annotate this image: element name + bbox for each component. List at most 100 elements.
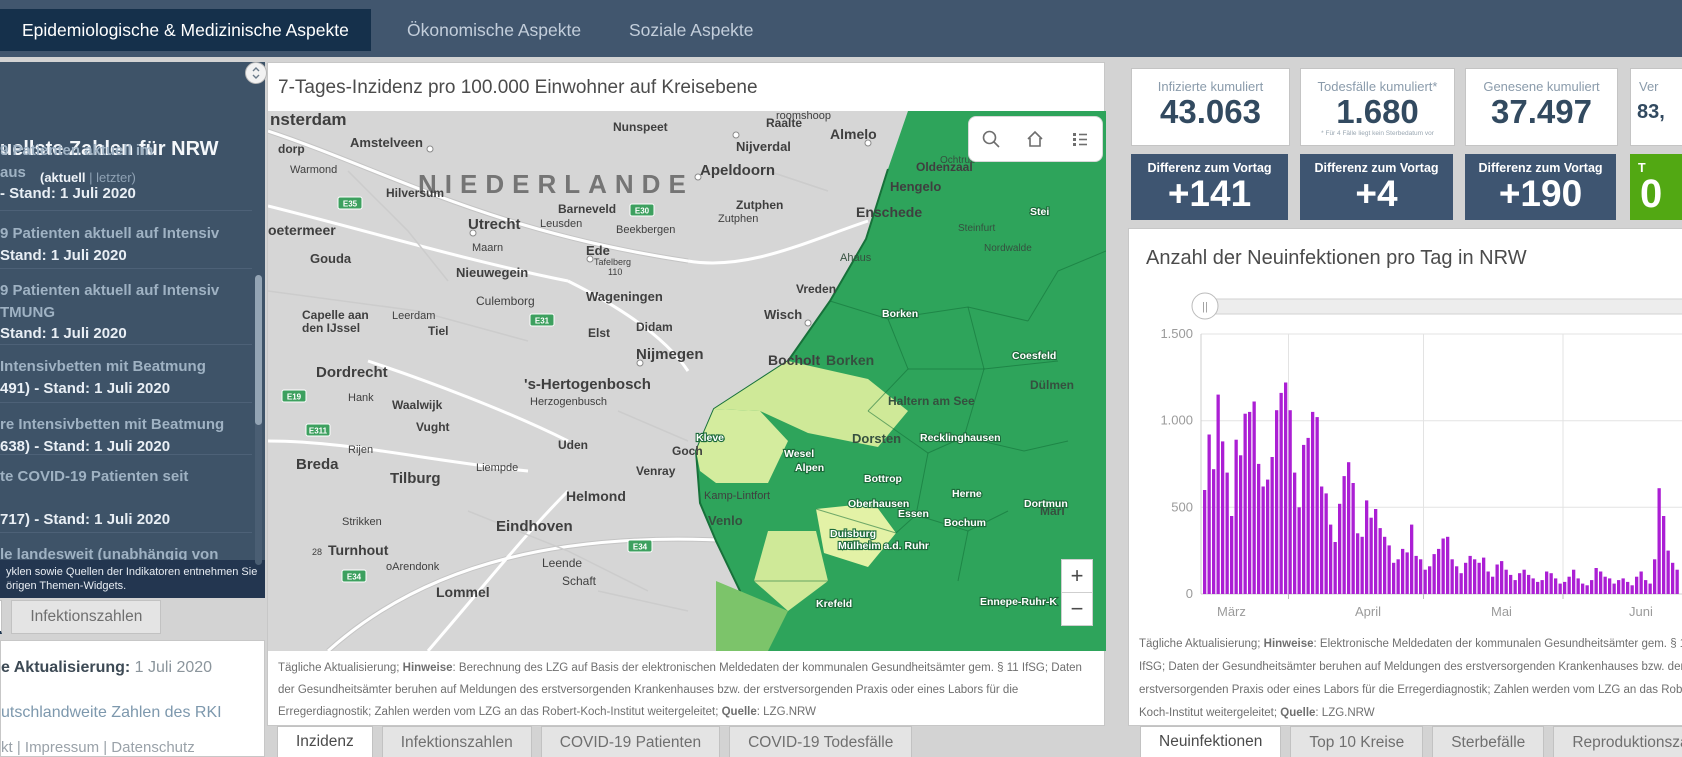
- map-label-vught: Vught: [416, 420, 450, 434]
- map-label-dorsten: Dorsten: [852, 431, 901, 446]
- map-label-28: 28: [312, 547, 322, 557]
- map-label-hank: Hank: [348, 392, 374, 404]
- map-zoom-in-button[interactable]: +: [1061, 559, 1093, 593]
- bar-day-61: [1473, 559, 1477, 594]
- chart-tab-top-10-kreise[interactable]: Top 10 Kreise: [1290, 726, 1424, 757]
- nav-tab-soziale-aspekte[interactable]: Soziale Aspekte: [607, 9, 776, 51]
- rki-link[interactable]: utschlandweite Zahlen des RKI: [1, 704, 222, 722]
- bar-day-78: [1549, 573, 1553, 594]
- bar-day-86: [1585, 585, 1589, 594]
- legend-icon[interactable]: [1067, 126, 1093, 152]
- map-label-leende: Leende: [542, 556, 582, 570]
- map-label-rijen: Rijen: [348, 444, 373, 456]
- chart-y-tick-label: 1.500: [1160, 326, 1193, 341]
- diff-card-value: +4: [1355, 173, 1398, 214]
- search-icon[interactable]: [978, 126, 1004, 152]
- sidebar-divider: [0, 402, 252, 403]
- bar-day-46: [1405, 552, 1409, 594]
- map-label-apeldoorn: Apeldoorn: [700, 162, 775, 179]
- bar-day-81: [1563, 581, 1567, 594]
- chart-tab-reproduktionszahl[interactable]: Reproduktionszahl: [1553, 726, 1682, 757]
- sidebar-scrollbar-thumb[interactable]: [255, 275, 262, 425]
- bar-day-74: [1531, 578, 1535, 594]
- bar-day-4: [1216, 394, 1220, 594]
- map-label-waalwijk: Waalwijk: [392, 398, 443, 412]
- map-label-utrecht: Utrecht: [468, 216, 521, 233]
- bar-day-87: [1590, 580, 1594, 594]
- bar-day-98: [1639, 571, 1643, 594]
- map-tab-covid-19-todesf-lle[interactable]: COVID-19 Todesfälle: [729, 726, 913, 757]
- map-zoom-out-button[interactable]: −: [1061, 592, 1093, 626]
- map-tab-covid-19-patienten[interactable]: COVID-19 Patienten: [540, 726, 721, 757]
- map-label-zutphen: Zutphen: [736, 198, 783, 212]
- map-label--s-hertogenbosch: 's-Hertogenbosch: [524, 376, 651, 393]
- map-toolbar: [968, 116, 1103, 162]
- sidebar-tab-infektionszahlen[interactable]: Infektionszahlen: [11, 600, 162, 634]
- bar-day-37: [1365, 500, 1369, 594]
- map-label-bocholt: Bocholt: [768, 352, 820, 368]
- sidebar-collapse-button[interactable]: [245, 62, 267, 84]
- bar-day-93: [1617, 580, 1621, 594]
- stat-card-infizierte-kumuliert: Infizierte kumuliert 43.063: [1131, 68, 1290, 146]
- top-navigation: Epidemiologische & Medizinische Aspekte Ö…: [0, 0, 1682, 57]
- nav-tab-epidemiologische-medizinische-aspekte[interactable]: Epidemiologische & Medizinische Aspekte: [0, 9, 371, 51]
- map-tab-inzidenz[interactable]: Inzidenz: [277, 726, 373, 757]
- chart-y-tick-label: 500: [1171, 499, 1193, 514]
- nav-tab--konomische-aspekte[interactable]: Ökonomische Aspekte: [385, 9, 603, 51]
- bar-day-28: [1324, 493, 1328, 594]
- map-label-haltern-am-see: Haltern am See: [888, 394, 975, 408]
- district-label-krefeld: Krefeld: [816, 598, 852, 610]
- map-title: 7-Tages-Inzidenz pro 100.000 Einwohner a…: [278, 77, 758, 98]
- stat-card-todesf-lle-kumuliert-: Todesfälle kumuliert* 1.680 * Für 4 Fälle …: [1300, 68, 1455, 146]
- map-label-leusden: Leusden: [540, 218, 582, 230]
- bar-day-51: [1428, 566, 1432, 594]
- map-label-ahaus: Ahaus: [840, 252, 872, 264]
- chart-tab-sterbef-lle[interactable]: Sterbefälle: [1432, 726, 1545, 757]
- sidebar-tab-row: tInfektionszahlen: [0, 600, 162, 634]
- home-icon[interactable]: [1022, 126, 1048, 152]
- diff-card-1: Differenz zum Vortag +141: [1131, 154, 1288, 220]
- map-label-nordwalde: Nordwalde: [984, 243, 1032, 254]
- bar-day-32: [1342, 476, 1346, 594]
- stat-card-value: 37.497: [1491, 93, 1592, 130]
- footer-links[interactable]: kt | Impressum | Datenschutz: [1, 739, 195, 756]
- map-label-maarn: Maarn: [472, 242, 503, 254]
- stat-card-label: Todesfälle kumuliert*: [1317, 79, 1438, 94]
- map-label-leerdam: Leerdam: [392, 310, 435, 322]
- diff-card-3: Differenz zum Vortag +190: [1465, 154, 1616, 220]
- map-tab-row: Inzidenz Infektionszahlen COVID-19 Patient…: [277, 726, 913, 757]
- bar-day-22: [1297, 507, 1301, 594]
- bar-day-95: [1626, 581, 1630, 594]
- bar-day-33: [1347, 462, 1351, 594]
- bar-day-50: [1423, 569, 1427, 594]
- stat-card-value: 83,: [1637, 101, 1665, 123]
- bar-day-42: [1387, 545, 1391, 594]
- bar-day-67: [1500, 561, 1504, 594]
- district-label-wesel: Wesel: [784, 448, 814, 460]
- bar-day-40: [1378, 528, 1382, 594]
- sidebar-tab-t[interactable]: t: [0, 600, 3, 634]
- district-label-bottrop: Bottrop: [864, 473, 902, 485]
- stat-card-ver: Ver 83,: [1630, 68, 1682, 146]
- incidence-map[interactable]: NIEDERLANDE E35 E30 E31 E19 E311 E34 E34 nster…: [268, 111, 1106, 651]
- stat-card-genesene-kumuliert: Genesene kumuliert 37.497: [1465, 68, 1618, 146]
- map-tab-infektionszahlen[interactable]: Infektionszahlen: [381, 726, 532, 757]
- bar-day-66: [1495, 564, 1499, 594]
- diff-card-value: +141: [1167, 173, 1252, 214]
- bar-day-39: [1374, 509, 1378, 594]
- map-label-schaft: Schaft: [562, 574, 597, 588]
- bar-day-49: [1419, 559, 1423, 594]
- bar-day-96: [1630, 585, 1634, 594]
- sidebar-divider: [0, 454, 252, 455]
- bar-day-80: [1558, 583, 1562, 594]
- bar-day-90: [1603, 576, 1607, 594]
- chart-tab-neuinfektionen[interactable]: Neuinfektionen: [1140, 726, 1282, 757]
- chart-range-slider-track[interactable]: [1200, 298, 1682, 315]
- bar-day-41: [1383, 536, 1387, 594]
- sidebar-panel: uellste Zahlen für NRW (aktuell | letzte…: [0, 62, 265, 598]
- district-label-m-lheim-a-d-ruhr: Mülheim a.d. Ruhr: [838, 540, 929, 552]
- map-label-culemborg: Culemborg: [476, 294, 535, 308]
- bar-day-1: [1203, 490, 1207, 594]
- chart-tab-row: Neuinfektionen Top 10 Kreise Sterbefälle Re…: [1140, 726, 1682, 757]
- bar-day-47: [1410, 524, 1414, 594]
